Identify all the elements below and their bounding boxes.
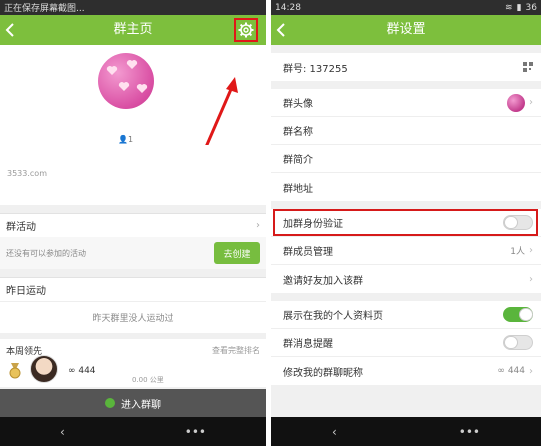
title-bar: 群主页	[0, 15, 266, 45]
enter-chat-label: 进入群聊	[121, 399, 161, 411]
show-on-profile-row[interactable]: 展示在我的个人资料页	[271, 301, 541, 329]
group-activity-header[interactable]: 群活动 ›	[0, 213, 266, 237]
yesterday-header: 昨日运动	[0, 277, 266, 301]
back-button[interactable]	[0, 15, 20, 45]
back-icon	[5, 23, 14, 37]
status-bar: 正在保存屏幕截图...	[0, 0, 266, 15]
group-activity-title: 群活动	[6, 222, 36, 233]
message-notification-toggle[interactable]	[503, 335, 533, 350]
group-profile: 👤1 3533.com	[0, 45, 266, 205]
activity-empty-row: 还没有可以参加的活动 去创建	[0, 237, 266, 269]
person-icon: 👤	[118, 135, 128, 144]
group-intro-row[interactable]: 群简介	[271, 145, 541, 173]
join-verification-label: 加群身份验证	[283, 219, 343, 230]
activity-empty-text: 还没有可以参加的活动	[6, 248, 86, 258]
nav-menu-icon[interactable]: •••	[185, 425, 206, 439]
group-address-label: 群地址	[283, 183, 313, 195]
invite-friends-row[interactable]: 邀请好友加入该群 ›	[271, 265, 541, 293]
invite-friends-label: 邀请好友加入该群	[283, 275, 363, 287]
group-number-row[interactable]: 群号: 137255	[271, 53, 541, 81]
message-notification-row[interactable]: 群消息提醒	[271, 329, 541, 357]
nav-back-icon[interactable]: ‹	[60, 425, 65, 439]
settings-button[interactable]	[234, 18, 258, 42]
chevron-right-icon: ›	[256, 220, 260, 231]
nickname-label: 修改我的群聊昵称	[283, 367, 363, 379]
yesterday-empty-row: 昨天群里没人运动过	[0, 301, 266, 333]
weekly-title: 本周领先	[6, 346, 43, 357]
page-title: 群设置	[386, 22, 426, 37]
status-time: 14:28	[275, 2, 301, 13]
group-settings-screen: 14:28 ≋ ▮ 36 群设置 群号: 137255 群头像 › 群名称 群简…	[271, 0, 541, 446]
status-bar: 14:28 ≋ ▮ 36	[271, 0, 541, 15]
group-intro-label: 群简介	[283, 155, 313, 166]
leader-row[interactable]: ∞ 444 0.00 公里	[0, 355, 266, 387]
message-notification-label: 群消息提醒	[283, 339, 333, 350]
group-home-screen: 正在保存屏幕截图... 群主页 👤1 3533.com 群活动 › 还没有可以参…	[0, 0, 266, 446]
group-name-row[interactable]: 群名称	[271, 117, 541, 145]
group-info-section: 群头像 › 群名称 群简介 群地址	[271, 89, 541, 201]
group-avatar-label: 群头像	[283, 99, 313, 110]
nav-bar: ‹ •••	[0, 417, 266, 446]
chevron-right-icon: ›	[529, 245, 533, 256]
qr-code-icon	[523, 62, 533, 72]
join-verification-toggle[interactable]	[503, 215, 533, 230]
red-arrow	[205, 77, 238, 145]
member-management-label: 群成员管理	[283, 247, 333, 258]
group-number-section: 群号: 137255	[271, 53, 541, 81]
status-icons: ≋ ▮ 36	[505, 3, 537, 13]
page-title: 群主页	[113, 22, 153, 37]
leader-avatar	[30, 355, 58, 383]
yesterday-title: 昨日运动	[6, 286, 46, 297]
nickname-row[interactable]: 修改我的群聊昵称 ∞ 444 ›	[271, 357, 541, 385]
group-avatar-thumb	[507, 93, 525, 112]
group-avatar-row[interactable]: 群头像 ›	[271, 89, 541, 117]
member-management-value: 1人	[510, 247, 525, 257]
full-ranking-link[interactable]: 查看完整排名	[212, 345, 260, 356]
member-management-row[interactable]: 群成员管理 1人 ›	[271, 237, 541, 265]
join-verification-row[interactable]: 加群身份验证	[271, 209, 541, 237]
group-number: 群号: 137255	[283, 63, 348, 75]
leader-distance: 0.00 公里	[132, 376, 164, 384]
status-text: 正在保存屏幕截图...	[4, 4, 85, 14]
nickname-value: ∞ 444	[497, 366, 525, 376]
group-permission-section: 加群身份验证 群成员管理 1人 › 邀请好友加入该群 ›	[271, 209, 541, 293]
group-address-row[interactable]: 群地址	[271, 173, 541, 201]
nav-menu-icon[interactable]: •••	[459, 425, 480, 439]
watermark: 3533.com	[7, 169, 47, 178]
back-icon	[276, 23, 285, 37]
medal-icon	[9, 363, 21, 379]
chat-icon	[105, 398, 115, 408]
wifi-icon: ≋	[505, 2, 513, 13]
battery-level: 36	[525, 2, 537, 13]
group-name-label: 群名称	[283, 127, 313, 138]
back-button[interactable]	[271, 15, 291, 45]
gear-icon	[238, 22, 254, 38]
chevron-right-icon: ›	[529, 97, 533, 108]
title-bar: 群设置	[271, 15, 541, 45]
personal-settings-section: 展示在我的个人资料页 群消息提醒 修改我的群聊昵称 ∞ 444 ›	[271, 301, 541, 385]
nav-back-icon[interactable]: ‹	[332, 425, 337, 439]
leader-name: ∞ 444	[68, 366, 96, 376]
chevron-right-icon: ›	[529, 365, 533, 377]
signal-icon: ▮	[516, 2, 522, 13]
member-count: 👤1	[118, 135, 134, 144]
chevron-right-icon: ›	[529, 273, 533, 285]
enter-chat-button[interactable]: 进入群聊	[0, 389, 266, 417]
show-on-profile-toggle[interactable]	[503, 307, 533, 322]
create-activity-button[interactable]: 去创建	[214, 242, 260, 264]
show-on-profile-label: 展示在我的个人资料页	[283, 311, 383, 322]
nav-bar: ‹ •••	[271, 417, 541, 446]
